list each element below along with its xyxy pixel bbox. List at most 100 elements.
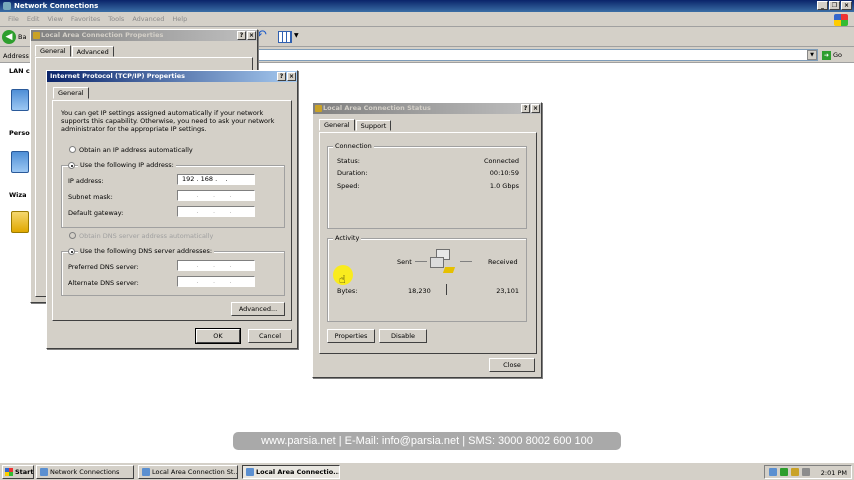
connection-group: Connection Status: Connected Duration: 0… <box>327 142 527 229</box>
personal-section-heading: Perso <box>9 129 30 137</box>
use-following-ip-label[interactable]: Use the following IP address: <box>78 161 176 169</box>
help-button[interactable]: ? <box>277 72 286 81</box>
views-dropdown-icon[interactable]: ▼ <box>294 32 299 39</box>
close-button[interactable]: × <box>531 104 540 113</box>
personal-connection-icon[interactable] <box>11 151 29 173</box>
duration-label: Duration: <box>337 169 368 177</box>
alternate-dns-field[interactable]: . . . <box>177 276 255 287</box>
properties-button[interactable]: Properties <box>327 329 375 343</box>
menu-favorites[interactable]: Favorites <box>67 12 104 26</box>
radio-obtain-ip[interactable] <box>69 146 76 153</box>
lan-connection-icon[interactable] <box>11 89 29 111</box>
sent-line <box>415 261 427 262</box>
window-titlebar: Network Connections _ ❐ × <box>0 0 854 12</box>
activity-group: Activity Sent Received Bytes: 18,230 23,… <box>327 234 527 322</box>
status-value: Connected <box>483 157 519 165</box>
back-button-label[interactable]: Ba <box>18 33 26 41</box>
default-gateway-label: Default gateway: <box>68 209 124 217</box>
windows-flag-icon <box>5 468 13 476</box>
bytes-received-value: 23,101 <box>496 287 519 295</box>
connection-icon <box>246 468 254 476</box>
default-gateway-field[interactable]: . . . <box>177 206 255 217</box>
duration-value: 00:10:59 <box>489 169 519 177</box>
menu-advanced[interactable]: Advanced <box>128 12 168 26</box>
watermark-banner: www.parsia.net | E-Mail: info@parsia.net… <box>233 432 621 450</box>
connection-tray-icon[interactable] <box>802 468 810 476</box>
network-connections-icon <box>3 2 11 10</box>
disable-button[interactable]: Disable <box>379 329 427 343</box>
close-button[interactable]: × <box>247 31 256 40</box>
tcpip-properties-dialog: Internet Protocol (TCP/IP) Properties ? … <box>46 70 298 349</box>
close-button[interactable]: × <box>841 1 852 10</box>
left-pane: LAN c Perso Wiza <box>0 63 30 303</box>
radio-obtain-dns[interactable] <box>69 232 76 239</box>
views-icon[interactable] <box>278 31 292 43</box>
ok-button[interactable]: OK <box>195 328 241 344</box>
wizard-icon[interactable] <box>11 211 29 233</box>
folder-icon <box>40 468 48 476</box>
go-label: Go <box>833 51 843 59</box>
activity-group-label: Activity <box>333 234 362 242</box>
network-tray-icon[interactable] <box>769 468 777 476</box>
status-dialog: Local Area Connection Status ? × General… <box>312 102 542 378</box>
tcpip-description: You can get IP settings assigned automat… <box>61 109 275 133</box>
shield-tray-icon[interactable] <box>780 468 788 476</box>
status-general-panel: Connection Status: Connected Duration: 0… <box>319 132 537 354</box>
received-line <box>460 261 472 262</box>
tab-general[interactable]: General <box>53 87 89 99</box>
ip-address-field[interactable]: 192 . 168 . . <box>177 174 255 185</box>
system-tray: 2:01 PM <box>764 465 852 479</box>
task-label: Local Area Connection St... <box>152 468 238 476</box>
clock[interactable]: 2:01 PM <box>821 467 847 479</box>
radio-use-following-ip[interactable] <box>68 162 75 169</box>
wizard-section-heading: Wiza <box>9 191 27 199</box>
speed-label: Speed: <box>337 182 360 190</box>
menu-tools[interactable]: Tools <box>104 12 128 26</box>
minimize-button[interactable]: _ <box>817 1 828 10</box>
help-button[interactable]: ? <box>521 104 530 113</box>
obtain-ip-label[interactable]: Obtain an IP address automatically <box>79 146 193 154</box>
taskbar: Start Network Connections Local Area Con… <box>0 462 854 480</box>
subnet-mask-field[interactable]: . . . <box>177 190 255 201</box>
close-button[interactable]: × <box>287 72 296 81</box>
lan-section-heading: LAN c <box>9 67 30 75</box>
address-label: Address <box>3 52 29 60</box>
go-arrow-icon: ➜ <box>822 50 831 60</box>
windows-logo-icon <box>834 14 848 26</box>
menu-file[interactable]: File <box>4 12 23 26</box>
menu-help[interactable]: Help <box>168 12 191 26</box>
use-following-dns-label[interactable]: Use the following DNS server addresses: <box>78 247 215 255</box>
tab-general[interactable]: General <box>319 119 355 131</box>
tab-support[interactable]: Support <box>355 120 392 131</box>
hand-cursor-icon: ☝ <box>339 273 346 286</box>
speaker-tray-icon[interactable] <box>791 468 799 476</box>
task-lac-properties[interactable]: Local Area Connectio... <box>242 465 340 479</box>
lac-properties-titlebar: Local Area Connection Properties ? × <box>31 30 257 41</box>
close-dialog-button[interactable]: Close <box>489 358 535 372</box>
lac-properties-title: Local Area Connection Properties <box>41 31 164 39</box>
preferred-dns-field[interactable]: . . . <box>177 260 255 271</box>
task-network-connections[interactable]: Network Connections <box>36 465 134 479</box>
connection-icon <box>315 105 322 112</box>
obtain-dns-label[interactable]: Obtain DNS server address automatically <box>79 232 213 240</box>
cancel-button[interactable]: Cancel <box>248 329 292 343</box>
preferred-dns-label: Preferred DNS server: <box>68 263 139 271</box>
task-lac-status[interactable]: Local Area Connection St... <box>138 465 238 479</box>
tab-advanced[interactable]: Advanced <box>71 46 114 57</box>
menu-view[interactable]: View <box>43 12 66 26</box>
tab-general[interactable]: General <box>35 45 71 57</box>
connection-icon <box>33 32 40 39</box>
address-dropdown-icon[interactable]: ▼ <box>807 50 817 60</box>
back-arrow-icon[interactable]: ◀ <box>2 30 16 44</box>
help-button[interactable]: ? <box>237 31 246 40</box>
sent-label: Sent <box>397 258 412 266</box>
ip-address-group: Use the following IP address: IP address… <box>61 161 285 228</box>
start-button[interactable]: Start <box>2 465 34 479</box>
menu-edit[interactable]: Edit <box>23 12 44 26</box>
advanced-button[interactable]: Advanced... <box>231 302 285 316</box>
radio-use-following-dns[interactable] <box>68 248 75 255</box>
go-button[interactable]: ➜ Go <box>822 50 850 61</box>
connection-icon <box>142 468 150 476</box>
restore-button[interactable]: ❐ <box>829 1 840 10</box>
dns-group: Use the following DNS server addresses: … <box>61 247 285 296</box>
